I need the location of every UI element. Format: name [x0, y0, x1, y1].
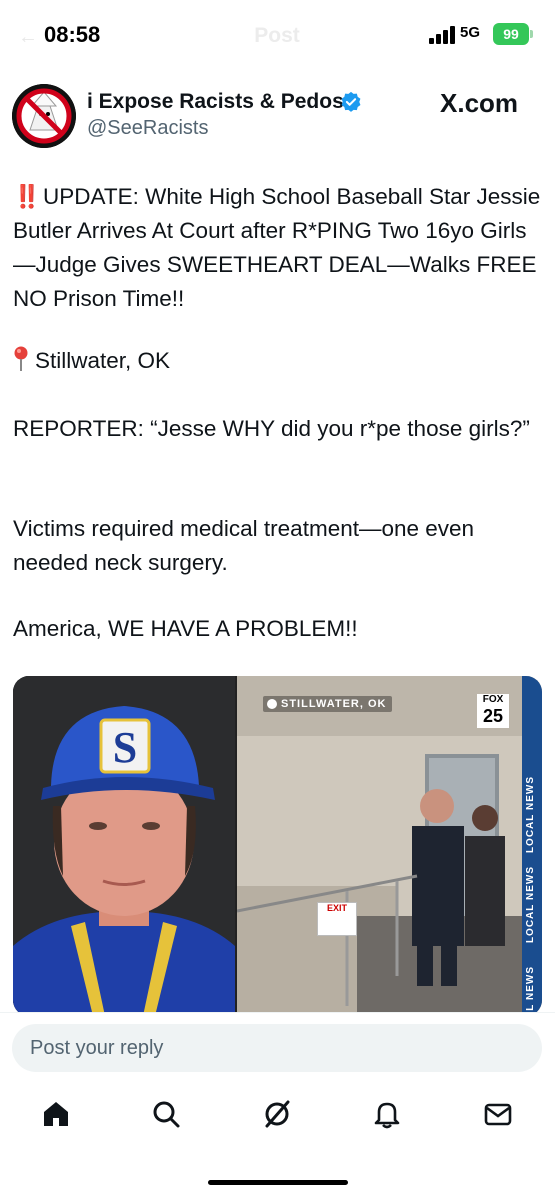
source-logo: X.com: [440, 88, 519, 118]
location-dot-icon: [267, 699, 277, 709]
status-bar: ← 08:58 Post 5G 99: [0, 0, 555, 72]
news-ticker: LOCAL NEWS LOCAL NEWS L NEWS: [522, 676, 542, 1016]
double-exclamation-icon: ‼️: [13, 184, 41, 209]
headline-text: UPDATE: White High School Baseball Star …: [13, 184, 541, 311]
ticker-label: LOCAL NEWS: [525, 776, 536, 854]
bottom-nav: [0, 1086, 555, 1146]
signal-icon: [429, 26, 455, 44]
portrait-photo: S: [13, 676, 235, 1016]
grok-icon[interactable]: [259, 1096, 295, 1132]
battery-tip: [530, 30, 533, 38]
author-handle[interactable]: @SeeRacists: [87, 117, 208, 140]
post-reporter-quote: REPORTER: “Jesse WHY did you r*pe those …: [13, 416, 530, 441]
battery-icon: 99: [493, 23, 529, 45]
svg-text:S: S: [113, 723, 137, 772]
reply-input[interactable]: [12, 1024, 542, 1072]
video-frame[interactable]: STILLWATER, OK FOX 25 EXIT LOCAL NEWS LO…: [237, 676, 542, 1016]
post-closing: America, WE HAVE A PROBLEM!!: [13, 616, 358, 641]
channel-name: FOX: [482, 694, 504, 705]
location-tag-text: STILLWATER, OK: [281, 698, 387, 710]
home-icon[interactable]: [38, 1096, 74, 1132]
location-text: Stillwater, OK: [35, 348, 171, 373]
notifications-icon[interactable]: [369, 1096, 405, 1132]
channel-logo: FOX 25: [477, 694, 509, 728]
back-arrow-icon[interactable]: ←: [18, 26, 38, 49]
network-type: 5G: [460, 24, 481, 41]
location-tag: STILLWATER, OK: [263, 696, 393, 712]
avatar[interactable]: [12, 84, 76, 148]
post-headline: ‼️ UPDATE: White High School Baseball Sta…: [13, 180, 543, 316]
post-location: Stillwater, OK: [13, 344, 543, 378]
header-title: Post: [254, 24, 300, 47]
ticker-label: LOCAL NEWS: [525, 866, 536, 944]
post-victims-note: Victims required medical treatment—one e…: [13, 516, 475, 575]
status-time: 08:58: [44, 22, 101, 47]
exit-sign: EXIT: [317, 902, 357, 936]
location-pin-icon: [14, 346, 28, 371]
ticker-label: L NEWS: [525, 966, 536, 1011]
author-name[interactable]: i Expose Racists & Pedos: [87, 90, 344, 114]
home-indicator: [208, 1180, 348, 1185]
messages-icon[interactable]: [480, 1096, 516, 1132]
post-media[interactable]: S STILLWATER, OK FOX 25 EXIT LOCAL NEWS …: [13, 676, 542, 1016]
channel-number: 25: [482, 706, 504, 726]
search-icon[interactable]: [148, 1096, 184, 1132]
verified-badge-icon: [341, 91, 361, 112]
